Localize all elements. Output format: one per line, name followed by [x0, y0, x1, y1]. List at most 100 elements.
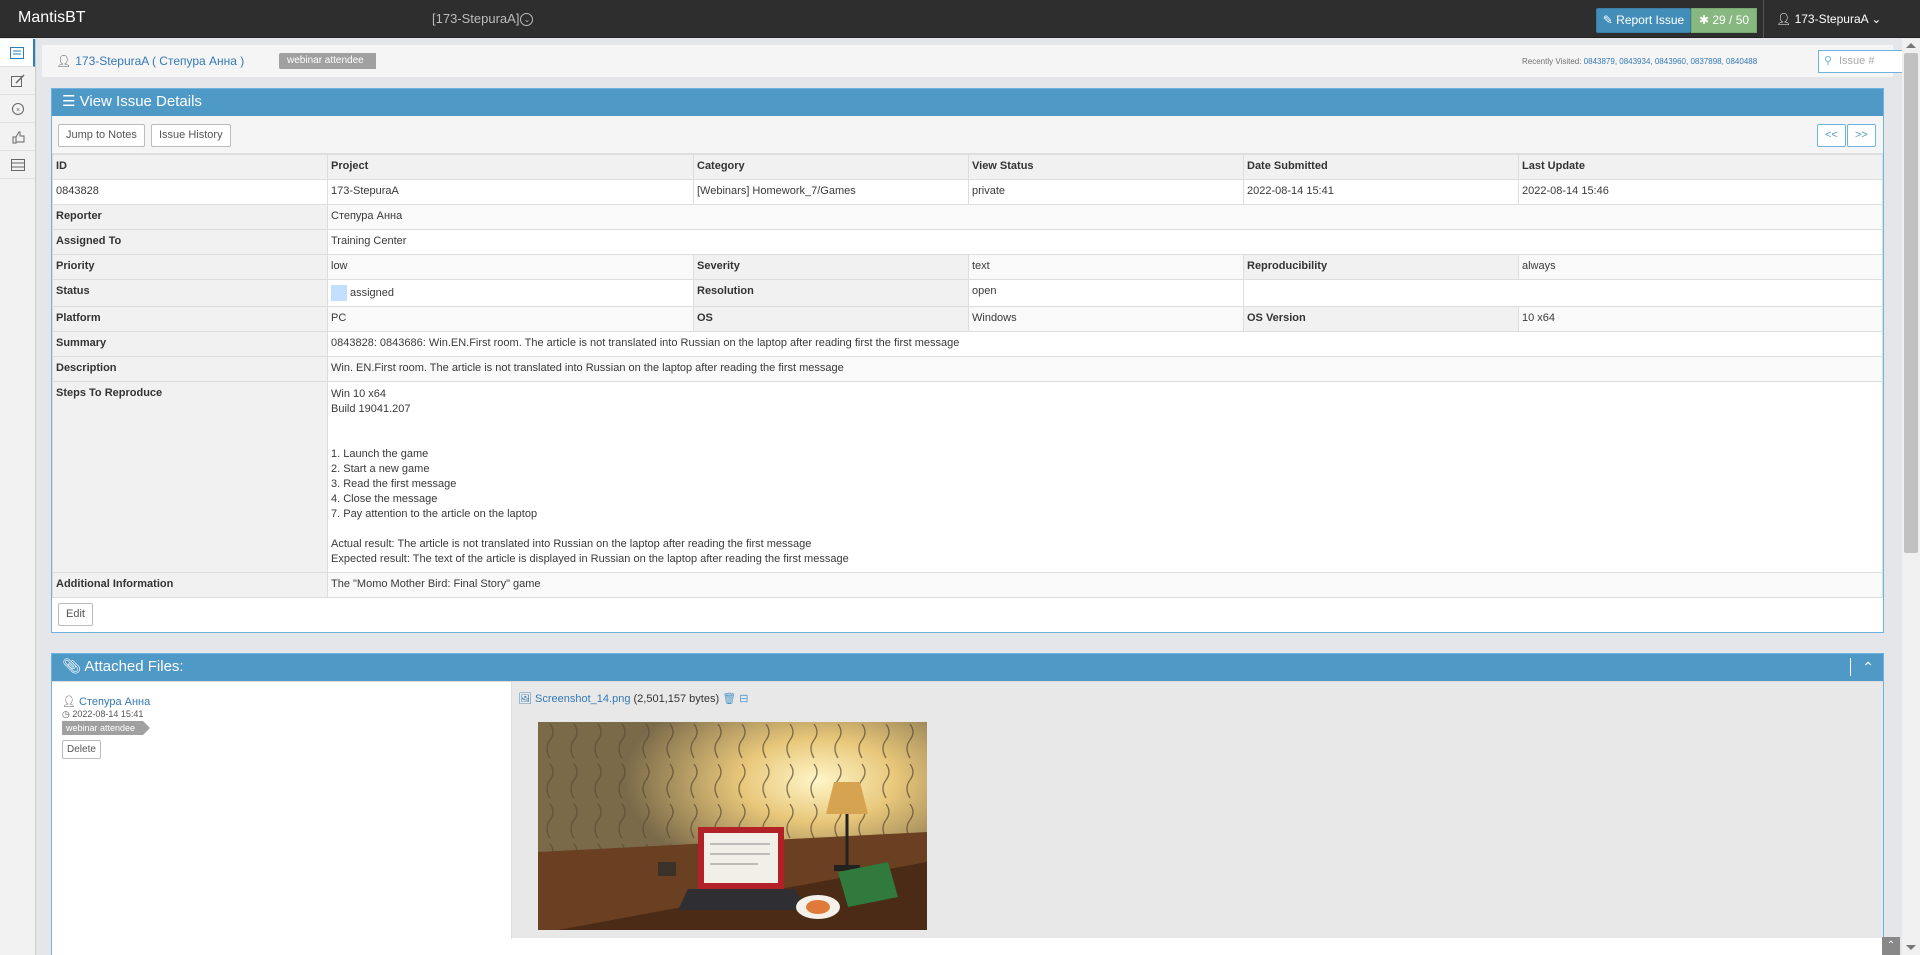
issue-category: [Webinars] Homework_7/Games	[693, 179, 969, 205]
chevron-up-icon[interactable]: ⌃	[1862, 654, 1874, 680]
steps-line: Actual result: The article is not transl…	[331, 538, 812, 550]
column-header: Category	[693, 154, 969, 180]
sidebar-item-report-issue[interactable]	[0, 67, 35, 95]
scroll-to-top-button[interactable]: ⌃	[1882, 937, 1900, 955]
resolution-value: open	[968, 279, 1244, 307]
reporter-label: Reporter	[52, 204, 328, 230]
table-row: Priority low Severity text Reproducibili…	[52, 254, 1883, 280]
asterisk-icon: ✱	[1698, 13, 1709, 27]
table-header-row: ID Project Category View Status Date Sub…	[52, 154, 1883, 180]
priority-value: low	[327, 254, 694, 280]
attachment-image-preview[interactable]	[538, 722, 927, 930]
navbar-divider	[1763, 0, 1764, 38]
sidebar-item-view-issues[interactable]	[0, 39, 35, 67]
table-row: Summary 0843828: 0843686: Win.EN.First r…	[52, 331, 1883, 357]
assigned-to-label: Assigned To	[52, 229, 328, 255]
table-row: 0843828 173-StepuraA [Webinars] Homework…	[52, 179, 1883, 205]
column-header: Date Submitted	[1243, 154, 1519, 180]
table-row: Reporter Степура Анна	[52, 204, 1883, 230]
attached-files-widget: 📎︎ Attached Files: ⌃ 👤︎ Степура Анна ◷ 2…	[51, 653, 1884, 955]
steps-spacer	[331, 522, 1879, 537]
previous-issue-button[interactable]: <<	[1817, 124, 1846, 147]
page-scrollbar[interactable]	[1902, 39, 1920, 955]
issue-id: 0843828	[52, 179, 328, 205]
project-selector[interactable]: [173-StepuraA] ⌄	[432, 11, 534, 27]
chevron-down-icon: ⌄	[520, 13, 534, 27]
issue-details-table: ID Project Category View Status Date Sub…	[52, 154, 1883, 598]
breadcrumb-user-link[interactable]: 👤︎ 173-StepuraA ( Степура Анна )	[56, 54, 244, 68]
severity-value: text	[968, 254, 1244, 280]
issue-history-button[interactable]: Issue History	[151, 124, 231, 147]
attachment-user-label: Степура Анна	[79, 696, 151, 708]
column-header: ID	[52, 154, 328, 180]
issue-toolbar: Jump to Notes Issue History << >>	[52, 116, 1883, 154]
resolution-label: Resolution	[693, 279, 969, 307]
attachment-file-link[interactable]: Screenshot_14.png	[535, 693, 630, 705]
severity-label: Severity	[693, 254, 969, 280]
issue-project: 173-StepuraA	[327, 179, 694, 205]
recently-visited-links[interactable]: 0843879, 0843934, 0843960, 0837898, 0840…	[1584, 57, 1758, 66]
os-version-value: 10 x64	[1518, 306, 1883, 332]
breadcrumb: 👤︎ 173-StepuraA ( Степура Анна ) webinar …	[42, 45, 1918, 78]
scroll-up-icon[interactable]	[1906, 43, 1916, 48]
steps-line: 7. Pay attention to the article on the l…	[331, 508, 538, 520]
description-label: Description	[52, 356, 328, 382]
recently-visited: Recently Visited: 0843879, 0843934, 0843…	[1522, 57, 1757, 66]
edit-icon	[10, 73, 25, 87]
summary-value: 0843828: 0843686: Win.EN.First room. The…	[327, 331, 1883, 357]
sidebar-item-summary[interactable]	[0, 151, 35, 179]
breadcrumb-user-label: 173-StepuraA ( Степура Анна )	[75, 54, 245, 68]
attachment-role-badge: webinar attendee	[62, 721, 151, 735]
sidebar-item-roadmap[interactable]	[0, 123, 35, 151]
report-issue-button[interactable]: ✎ Report Issue	[1596, 8, 1691, 33]
minus-square-icon[interactable]: ⊟	[739, 693, 748, 705]
brand-logo[interactable]: MantisBT	[18, 9, 86, 27]
edit-button[interactable]: Edit	[58, 603, 93, 626]
description-value: Win. EN.First room. The article is not t…	[327, 356, 1883, 382]
empty-cell	[1243, 279, 1883, 307]
next-issue-button[interactable]: >>	[1847, 124, 1876, 147]
search-icon: ⚲	[1824, 55, 1833, 67]
scroll-thumb[interactable]	[1904, 53, 1918, 553]
trash-icon[interactable]: 🗑︎	[722, 693, 736, 705]
reporter-value: Степура Анна	[327, 204, 1883, 230]
paperclip-icon: 📎︎	[62, 658, 82, 675]
reproducibility-label: Reproducibility	[1243, 254, 1519, 280]
table-row: Platform PC OS Windows OS Version 10 x64	[52, 306, 1883, 332]
top-navbar: MantisBT [173-StepuraA] ⌄ ✎ Report Issue …	[0, 0, 1920, 38]
retweet-icon: ×	[11, 102, 24, 115]
table-row: Additional Information The "Momo Mother …	[52, 572, 1883, 598]
issue-search-placeholder: Issue #	[1839, 55, 1875, 67]
attachment-file-size: (2,501,157 bytes)	[633, 693, 720, 705]
list-icon	[9, 46, 24, 59]
steps-line: Build 19041.207	[331, 403, 411, 415]
issue-count-button[interactable]: ✱ 29 / 50	[1691, 8, 1757, 33]
status-label: Status	[52, 279, 328, 307]
priority-label: Priority	[52, 254, 328, 280]
user-icon: 👤︎	[1776, 12, 1792, 26]
project-name: [173-StepuraA]	[432, 11, 520, 26]
table-row: Description Win. EN.First room. The arti…	[52, 356, 1883, 382]
reproducibility-value: always	[1518, 254, 1883, 280]
svg-text:×: ×	[15, 107, 19, 114]
issue-date-submitted: 2022-08-14 15:41	[1243, 179, 1519, 205]
jump-to-notes-button[interactable]: Jump to Notes	[58, 124, 145, 147]
user-icon: 👤︎	[62, 696, 76, 708]
os-label: OS	[693, 306, 969, 332]
user-icon: 👤︎	[56, 54, 72, 68]
assigned-to-value: Training Center	[327, 229, 1883, 255]
status-value: assigned	[350, 286, 395, 299]
column-header: Last Update	[1518, 154, 1883, 180]
attachment-user-link[interactable]: 👤︎ Степура Анна	[62, 695, 150, 708]
user-menu[interactable]: 👤︎ 173-StepuraA ⌄	[1776, 12, 1881, 26]
column-header: View Status	[968, 154, 1244, 180]
platform-label: Platform	[52, 306, 328, 332]
steps-value: Win 10 x64 Build 19041.207 1. Launch the…	[327, 381, 1883, 573]
delete-button[interactable]: Delete	[62, 740, 101, 759]
issue-details-title: View Issue Details	[79, 93, 202, 110]
scroll-down-icon[interactable]	[1906, 945, 1916, 950]
edit-icon: ✎	[1602, 13, 1613, 27]
sidebar-item-change-log[interactable]: ×	[0, 95, 35, 123]
bars-icon: ☰	[62, 93, 76, 110]
attachment-meta: 👤︎ Степура Анна ◷ 2022-08-14 15:41 webin…	[52, 682, 512, 939]
